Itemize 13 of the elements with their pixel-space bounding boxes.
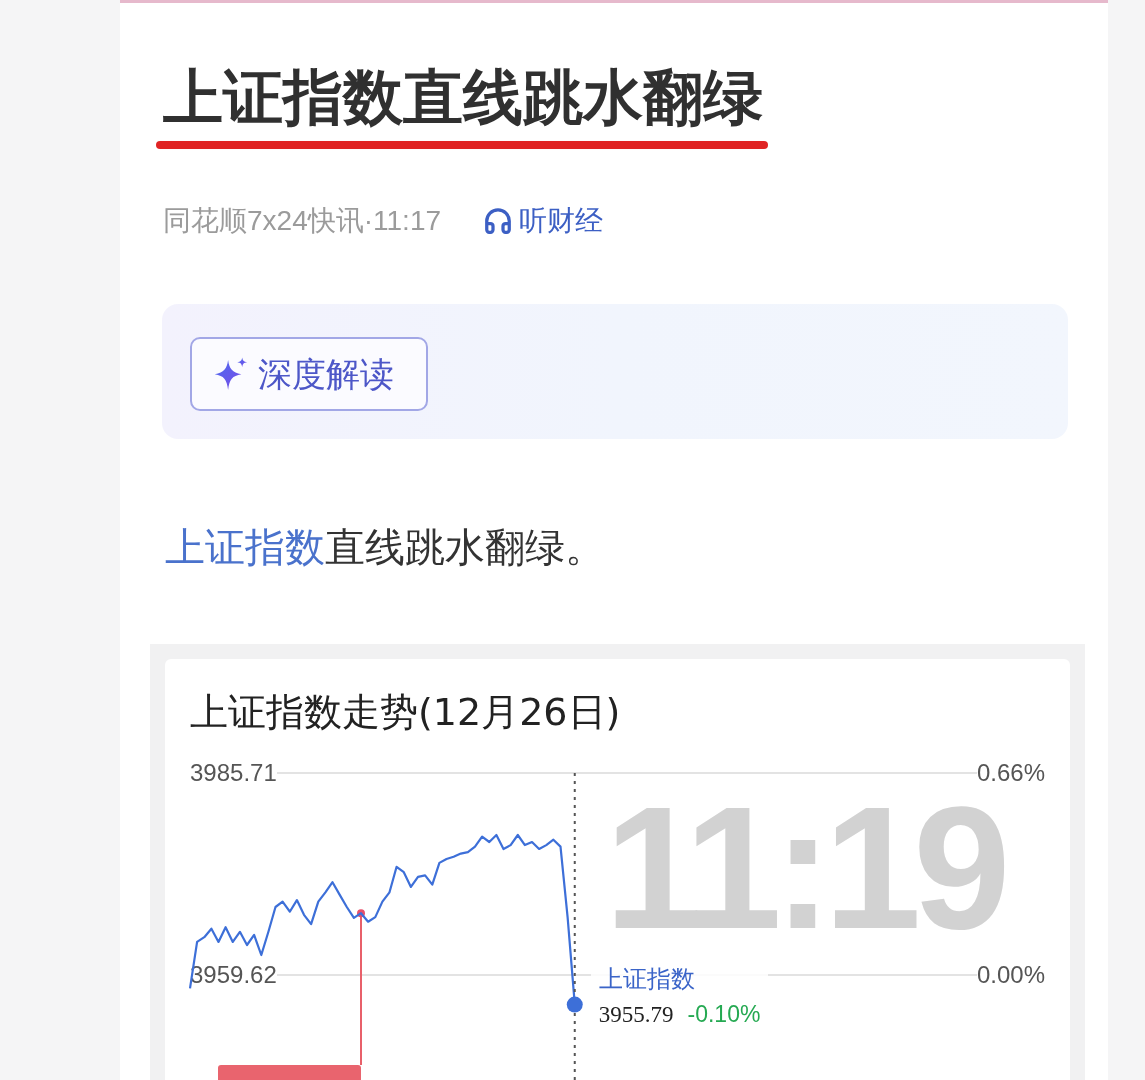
- tooltip-change: -0.10%: [687, 999, 761, 1029]
- index-link[interactable]: 上证指数: [165, 524, 325, 570]
- hover-point-icon: [566, 996, 583, 1013]
- source-time-text: 同花顺7x24快讯·11:17: [163, 204, 442, 238]
- headphones-icon: [483, 206, 514, 236]
- body-paragraph: 上证指数直线跳水翻绿。: [165, 523, 605, 572]
- chart-title: 上证指数走势(12月26日): [190, 689, 621, 736]
- deep-analysis-button[interactable]: 深度解读: [190, 337, 428, 411]
- sparkle-icon: [214, 357, 248, 391]
- listen-button[interactable]: 听财经: [483, 201, 604, 241]
- tooltip-title: 上证指数: [598, 963, 696, 995]
- tooltip-value: 3955.79: [598, 1000, 674, 1029]
- article-title: 上证指数直线跳水翻绿: [163, 61, 763, 133]
